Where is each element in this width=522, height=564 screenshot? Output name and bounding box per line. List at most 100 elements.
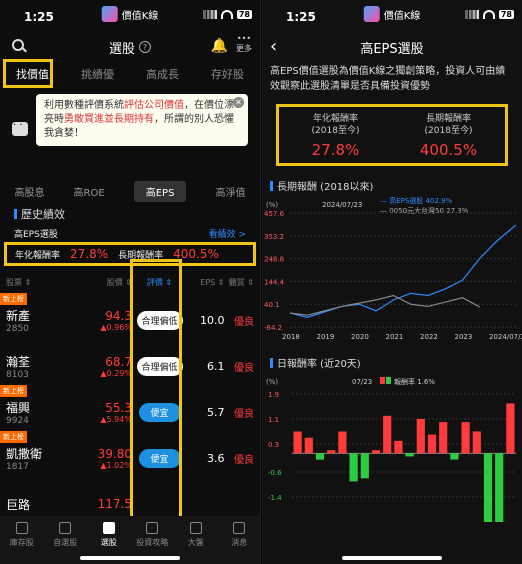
status-icons: 78 bbox=[202, 10, 252, 19]
bar bbox=[349, 453, 358, 482]
daily-return-chart-title: 日報酬率 (近20天) bbox=[262, 349, 522, 372]
battery-icon: 78 bbox=[498, 10, 514, 19]
eps-value: 10.0 bbox=[199, 313, 225, 327]
tab-pick-quality[interactable]: 挑績優 bbox=[75, 62, 120, 86]
bar bbox=[472, 431, 481, 454]
wifi-icon bbox=[482, 10, 495, 19]
back-icon[interactable]: ‹ bbox=[270, 36, 277, 57]
nav-news[interactable]: 消息 bbox=[221, 522, 257, 548]
bar bbox=[315, 453, 325, 460]
kpi-annual: 年化報酬率 (2018至今) 27.8% bbox=[311, 114, 360, 159]
home-indicator bbox=[80, 556, 180, 560]
x-tick-label: 2022 bbox=[420, 333, 438, 341]
banner-bubble: 利用數種評價系統評估公司價值，在價位漂亮時勇敢買進並長期持有，所謂的別人恐懼我貪… bbox=[36, 94, 248, 146]
chart-date: 07/23 bbox=[352, 378, 372, 386]
search-icon[interactable] bbox=[12, 39, 24, 51]
subtab-roe[interactable]: 高ROE bbox=[74, 184, 105, 199]
stock-screener-screen: 1:25 價值K線 78 選股 ? 🔔 ••• 更多 找價值 挑績優 高成長 存好… bbox=[0, 0, 261, 564]
y-tick-label: -1.4 bbox=[268, 494, 282, 502]
bar bbox=[506, 403, 515, 454]
bar bbox=[383, 415, 392, 454]
y-tick-label: 144.4 bbox=[264, 278, 285, 286]
kpi-long: 長期報酬率 (2018至今) 400.5% bbox=[419, 114, 478, 159]
stock-code: 1817 bbox=[6, 461, 29, 472]
y-axis-unit: (%) bbox=[266, 201, 278, 209]
nav-watchlist[interactable]: 自選股 bbox=[47, 522, 83, 548]
subtab-net-value[interactable]: 高淨值 bbox=[215, 184, 245, 199]
price-cell: 117.5 bbox=[83, 491, 132, 511]
bar bbox=[327, 450, 336, 454]
price-change: ▲1.02% bbox=[100, 460, 132, 470]
nav-holdings[interactable]: 庫存股 bbox=[4, 522, 40, 548]
x-tick-label: 2021 bbox=[386, 333, 404, 341]
stock-code: 8103 bbox=[6, 369, 29, 380]
status-bar: 1:25 價值K線 78 bbox=[0, 0, 260, 34]
y-tick-label: -0.6 bbox=[268, 469, 282, 477]
subtab-eps[interactable]: 高EPS bbox=[133, 180, 187, 202]
bag-icon bbox=[15, 522, 28, 534]
stock-name: 新產 bbox=[6, 308, 31, 323]
strategy-row: 高EPS選股 看績效 > bbox=[0, 226, 260, 240]
help-icon[interactable]: ? bbox=[139, 41, 151, 53]
tab-save-stocks[interactable]: 存好股 bbox=[205, 62, 250, 86]
legend-swatch-down bbox=[386, 377, 391, 384]
app-name: 價值K線 bbox=[121, 10, 159, 22]
stock-price: 39.80 bbox=[97, 446, 132, 461]
stock-code: 2850 bbox=[6, 323, 29, 334]
bar bbox=[405, 453, 414, 457]
stock-price: 55.3 bbox=[105, 400, 132, 415]
chart-date: 2024/07/23 bbox=[322, 201, 362, 209]
legend-swatch-up bbox=[380, 377, 385, 384]
eps-value: 5.7 bbox=[206, 405, 225, 419]
book-icon bbox=[146, 522, 159, 534]
highlight-box bbox=[3, 59, 53, 88]
header: ‹ 高EPS選股 bbox=[262, 34, 522, 60]
header: 選股 ? 🔔 ••• 更多 bbox=[0, 34, 260, 60]
y-tick-label: 248.8 bbox=[264, 256, 284, 264]
health-value: 優良 bbox=[234, 362, 254, 374]
bar bbox=[416, 418, 425, 454]
bar bbox=[450, 453, 459, 460]
subtab-dividend[interactable]: 高股息 bbox=[15, 184, 45, 199]
tab-high-growth[interactable]: 高成長 bbox=[140, 62, 185, 86]
database-icon bbox=[102, 522, 115, 534]
stock-name-cell: 瀚荃 8103 bbox=[6, 347, 83, 380]
stock-name-cell: 福興 9924 bbox=[6, 393, 83, 426]
price-cell: 94.3 ▲0.96% bbox=[83, 303, 132, 332]
y-tick-label: -64.2 bbox=[264, 324, 282, 332]
long-return-chart-title: 長期報酬 (2018以來) bbox=[262, 172, 522, 195]
price-cell: 68.7 ▲0.29% bbox=[83, 349, 132, 378]
header-health[interactable]: 體質 ⇕ bbox=[224, 277, 254, 288]
header-name[interactable]: 股票 ⇕ bbox=[6, 277, 83, 288]
bar bbox=[394, 440, 403, 454]
header-eps[interactable]: EPS ⇕ bbox=[187, 278, 224, 287]
more-button[interactable]: ••• 更多 bbox=[236, 34, 252, 54]
bar bbox=[338, 431, 347, 454]
bell-icon[interactable]: 🔔 bbox=[211, 38, 228, 54]
status-time: 1:25 bbox=[24, 10, 54, 24]
x-tick-label: 2023 bbox=[455, 333, 473, 341]
price-change: ▲0.29% bbox=[100, 368, 132, 378]
home-indicator bbox=[342, 556, 442, 560]
health-value: 優良 bbox=[234, 316, 254, 328]
eps-value: 3.6 bbox=[206, 451, 225, 465]
price-cell: 55.3 ▲5.94% bbox=[83, 395, 132, 424]
header-price[interactable]: 股價 ⇕ bbox=[83, 277, 132, 288]
bar bbox=[427, 434, 437, 454]
stock-name-cell: 巨路 bbox=[6, 490, 83, 513]
bar bbox=[439, 422, 448, 454]
robot-icon bbox=[12, 120, 28, 136]
bar bbox=[293, 431, 302, 454]
long-return-chart: (%) 2024/07/23 — 高EPS選股 402.9%— 0050元大台灣50… bbox=[264, 196, 522, 341]
bar bbox=[461, 422, 470, 454]
close-icon[interactable]: ✕ bbox=[233, 97, 244, 108]
strategy-intro: 高EPS價值選股為價值K線之獨創策略，投資人可由績效觀察此選股清單是否具備投資優… bbox=[270, 66, 506, 92]
nav-screener[interactable]: 選股 bbox=[91, 522, 127, 548]
nav-strategy[interactable]: 投資攻略 bbox=[134, 522, 170, 548]
annual-return-value: 27.8% bbox=[70, 247, 109, 261]
view-performance-link[interactable]: 看績效 > bbox=[209, 227, 246, 240]
app-name: 價值K線 bbox=[383, 10, 421, 22]
plus-icon bbox=[59, 522, 72, 534]
banner: 利用數種評價系統評估公司價值，在價位漂亮時勇敢買進並長期持有，所謂的別人恐懼我貪… bbox=[0, 88, 260, 180]
nav-market[interactable]: 大盤 bbox=[178, 522, 214, 548]
